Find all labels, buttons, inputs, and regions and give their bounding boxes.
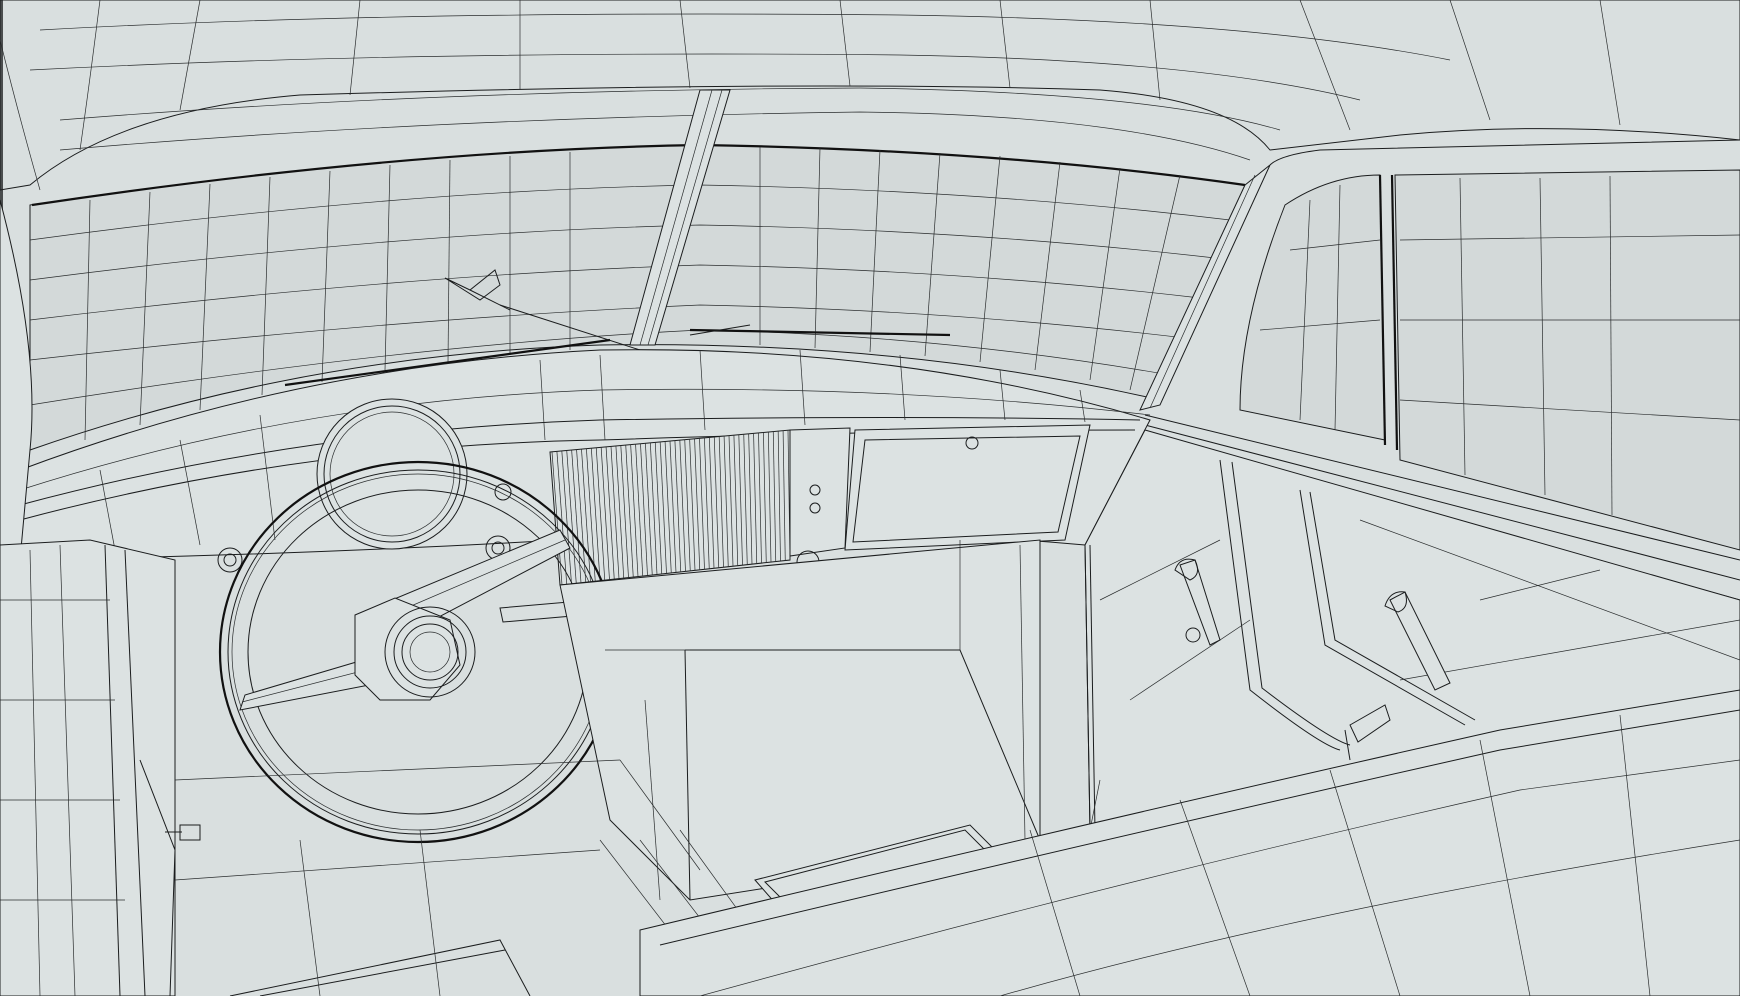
dash-grille <box>549 429 791 586</box>
instrument-gauge[interactable] <box>316 398 468 550</box>
glovebox[interactable] <box>789 424 1091 557</box>
floor-mat <box>174 759 621 996</box>
3d-viewport[interactable] <box>0 0 1740 996</box>
wireframe-render[interactable] <box>0 0 1740 996</box>
